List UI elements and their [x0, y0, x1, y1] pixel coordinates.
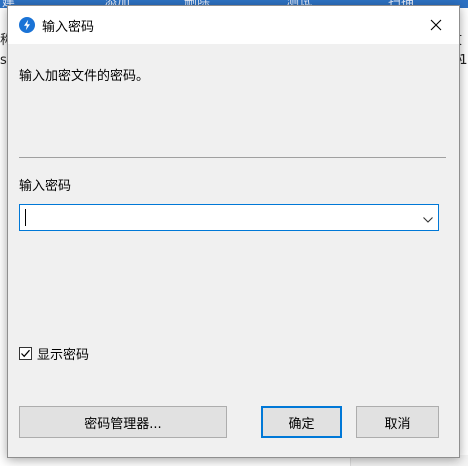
- password-label: 输入密码: [19, 179, 72, 194]
- ok-button[interactable]: 确定: [261, 406, 342, 438]
- text-caret: [25, 209, 26, 226]
- password-combobox[interactable]: [19, 204, 439, 231]
- close-icon: [430, 16, 442, 35]
- chevron-down-icon: [423, 208, 433, 227]
- dialog-description: 输入加密文件的密码。: [19, 69, 150, 84]
- close-button[interactable]: [413, 6, 459, 44]
- dialog-content: 输入加密文件的密码。 输入密码 显示密码 密码管理器... 确定 取消: [8, 44, 459, 457]
- lightning-bolt-icon: [19, 17, 35, 33]
- password-manager-button[interactable]: 密码管理器...: [19, 406, 227, 438]
- cancel-button[interactable]: 取消: [356, 406, 439, 438]
- dialog-title: 输入密码: [42, 20, 95, 35]
- background-row-fragment: s: [0, 53, 7, 68]
- dialog-titlebar: 输入密码: [8, 6, 459, 44]
- password-input[interactable]: [24, 207, 404, 228]
- separator: [19, 157, 446, 158]
- dropdown-button[interactable]: [418, 205, 438, 230]
- password-dialog: 输入密码 输入加密文件的密码。 输入密码 显示密码 密码管理器... 确定 取消: [7, 5, 460, 458]
- show-password-label: 显示密码: [37, 347, 90, 363]
- show-password-option[interactable]: 显示密码: [19, 345, 90, 363]
- show-password-checkbox[interactable]: [19, 346, 32, 360]
